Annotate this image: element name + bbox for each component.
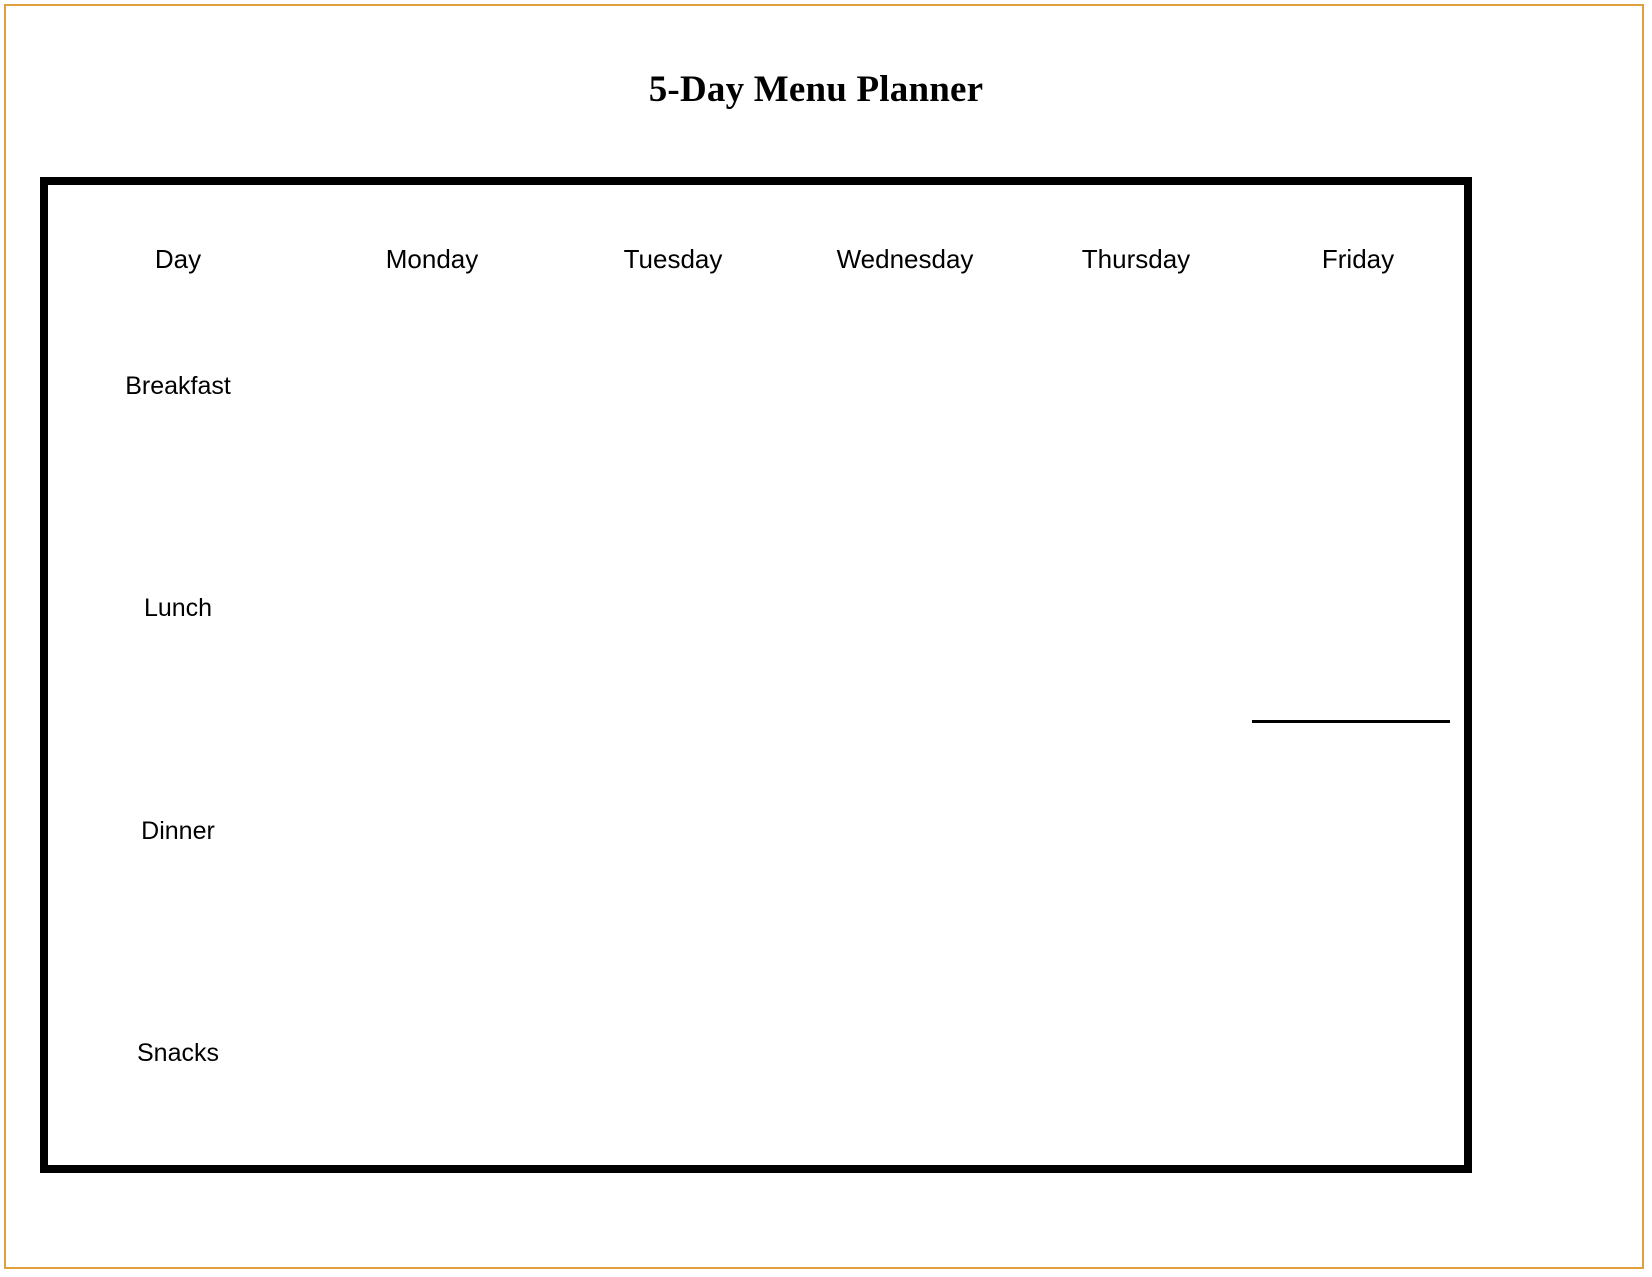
table-row: Lunch bbox=[48, 497, 1464, 723]
cell-dinner-wednesday[interactable] bbox=[790, 720, 1020, 943]
header-row: Day Monday Tuesday Wednesday Thursday Fr… bbox=[48, 185, 1464, 275]
column-header-thursday: Thursday bbox=[1020, 185, 1252, 275]
cell-lunch-monday[interactable] bbox=[308, 497, 556, 720]
row-label-snacks: Snacks bbox=[48, 942, 308, 1165]
table-row: Breakfast bbox=[48, 275, 1464, 498]
column-header-tuesday: Tuesday bbox=[556, 185, 790, 275]
row-label-lunch: Lunch bbox=[48, 497, 308, 720]
row-label-breakfast: Breakfast bbox=[48, 275, 308, 498]
table-body: Breakfast Lunch Dinner Snacks bbox=[48, 275, 1464, 1165]
cell-breakfast-wednesday[interactable] bbox=[790, 275, 1020, 498]
cell-snacks-friday[interactable] bbox=[1252, 942, 1464, 1165]
menu-planner-table: Day Monday Tuesday Wednesday Thursday Fr… bbox=[48, 185, 1464, 1165]
table-header: Day Monday Tuesday Wednesday Thursday Fr… bbox=[48, 185, 1464, 275]
cell-lunch-friday[interactable] bbox=[1252, 497, 1464, 723]
cell-dinner-tuesday[interactable] bbox=[556, 720, 790, 943]
cell-lunch-tuesday[interactable] bbox=[556, 497, 790, 720]
column-header-monday: Monday bbox=[308, 185, 556, 275]
cell-snacks-wednesday[interactable] bbox=[790, 942, 1020, 1165]
column-header-friday: Friday bbox=[1252, 185, 1464, 275]
cell-dinner-thursday[interactable] bbox=[1020, 720, 1252, 943]
cell-lunch-thursday[interactable] bbox=[1020, 497, 1252, 720]
cell-dinner-friday[interactable] bbox=[1252, 720, 1464, 943]
table-row: Snacks bbox=[48, 942, 1464, 1165]
cell-breakfast-tuesday[interactable] bbox=[556, 275, 790, 498]
column-header-day: Day bbox=[48, 185, 308, 275]
cell-dinner-monday[interactable] bbox=[308, 720, 556, 943]
cell-snacks-thursday[interactable] bbox=[1020, 942, 1252, 1165]
row-label-dinner: Dinner bbox=[48, 720, 308, 943]
cell-breakfast-thursday[interactable] bbox=[1020, 275, 1252, 498]
cell-breakfast-friday[interactable] bbox=[1252, 275, 1464, 498]
cell-breakfast-monday[interactable] bbox=[308, 275, 556, 498]
page-sheet: 5-Day Menu Planner Day Monday Tuesday We… bbox=[4, 4, 1644, 1269]
cell-snacks-tuesday[interactable] bbox=[556, 942, 790, 1165]
cell-lunch-wednesday[interactable] bbox=[790, 497, 1020, 720]
column-header-wednesday: Wednesday bbox=[790, 185, 1020, 275]
menu-planner-table-frame: Day Monday Tuesday Wednesday Thursday Fr… bbox=[40, 177, 1472, 1173]
cell-snacks-monday[interactable] bbox=[308, 942, 556, 1165]
page-title: 5-Day Menu Planner bbox=[648, 69, 984, 110]
table-row: Dinner bbox=[48, 720, 1464, 943]
